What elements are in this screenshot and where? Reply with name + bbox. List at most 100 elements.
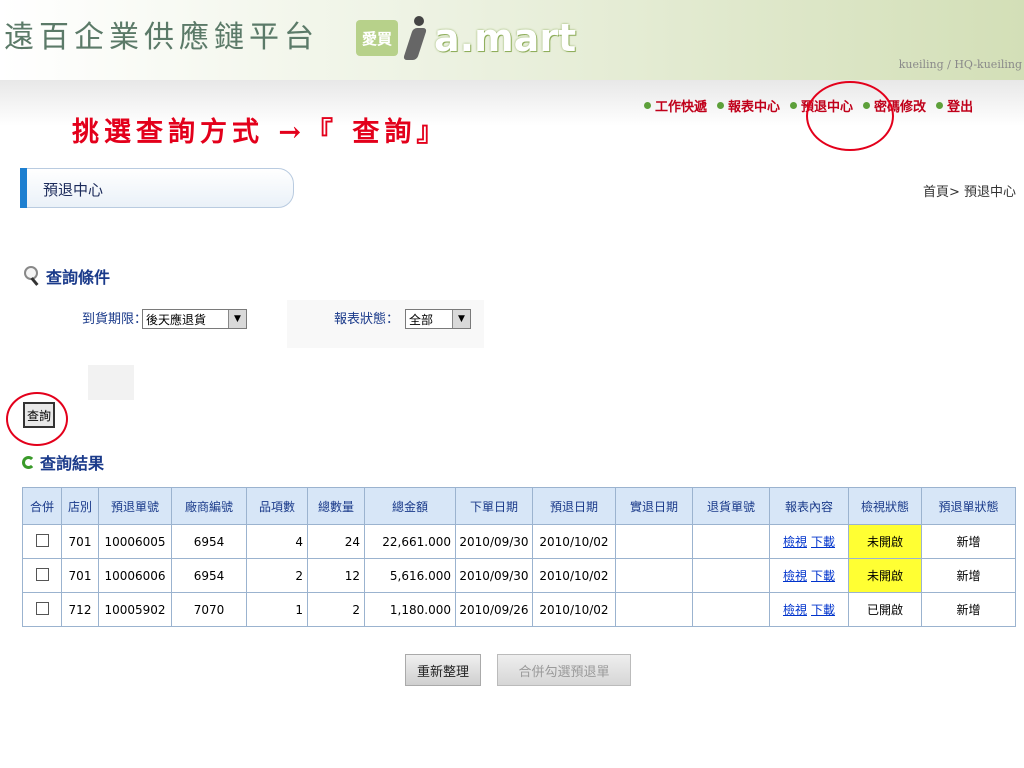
cell-report: 檢視 下載 bbox=[769, 558, 849, 593]
cell-order-no: 10005902 bbox=[98, 592, 172, 627]
chevron-down-icon: ▼ bbox=[452, 310, 470, 328]
cell-view-status: 未開啟 bbox=[848, 524, 922, 559]
col-order-no: 預退單號 bbox=[98, 487, 172, 525]
cell-return-no bbox=[692, 558, 770, 593]
table-row: 712 10005902 7070 1 2 1,180.000 2010/09/… bbox=[22, 592, 1016, 627]
cell-order-status: 新增 bbox=[921, 592, 1016, 627]
reset-button[interactable]: 重新整理 bbox=[405, 654, 481, 686]
download-link[interactable]: 下載 bbox=[811, 535, 835, 549]
nav-item-reports[interactable]: 報表中心 bbox=[717, 96, 780, 115]
merge-checkbox[interactable] bbox=[35, 533, 49, 547]
arrival-limit-label: 到貨期限： bbox=[82, 312, 148, 327]
cell-order-status: 新增 bbox=[921, 558, 1016, 593]
table-row: 701 10006006 6954 2 12 5,616.000 2010/09… bbox=[22, 558, 1016, 593]
merge-button[interactable]: 合併勾選預退單 bbox=[497, 654, 631, 686]
section-tab: 預退中心 bbox=[20, 168, 294, 208]
magnifier-icon bbox=[24, 266, 40, 286]
cell-view-status: 已開啟 bbox=[848, 592, 922, 627]
col-view-status: 檢視狀態 bbox=[848, 487, 922, 525]
cell-qty: 2 bbox=[307, 592, 365, 627]
col-qty: 總數量 bbox=[307, 487, 365, 525]
user-info: kueiling / HQ-kueiling bbox=[898, 58, 1022, 71]
query-conditions-title: 查詢條件 bbox=[24, 264, 110, 288]
col-return-date: 預退日期 bbox=[532, 487, 616, 525]
cell-qty: 24 bbox=[307, 524, 365, 559]
logo-text: a.mart bbox=[434, 16, 577, 60]
cell-amount: 5,616.000 bbox=[364, 558, 456, 593]
cell-order-date: 2010/09/30 bbox=[455, 524, 533, 559]
col-vendor: 廠商編號 bbox=[171, 487, 247, 525]
cell-vendor: 7070 bbox=[171, 592, 247, 627]
view-link[interactable]: 檢視 bbox=[783, 569, 807, 583]
col-order-status: 預退單狀態 bbox=[921, 487, 1016, 525]
view-link[interactable]: 檢視 bbox=[783, 535, 807, 549]
col-amount: 總金額 bbox=[364, 487, 456, 525]
breadcrumb[interactable]: 首頁> 預退中心 bbox=[923, 181, 1016, 200]
section-tab-label: 預退中心 bbox=[43, 181, 104, 199]
bullet-icon bbox=[644, 102, 651, 109]
report-status-select[interactable]: 全部 ▼ bbox=[405, 309, 471, 329]
refresh-icon bbox=[22, 455, 35, 469]
logo-mark: 愛買 bbox=[356, 20, 398, 56]
section-tab-accent bbox=[20, 168, 27, 208]
cell-order-date: 2010/09/30 bbox=[455, 558, 533, 593]
cell-amount: 22,661.000 bbox=[364, 524, 456, 559]
cell-vendor: 6954 bbox=[171, 558, 247, 593]
runner-icon bbox=[402, 8, 430, 68]
cell-order-no: 10006005 bbox=[98, 524, 172, 559]
merge-checkbox[interactable] bbox=[35, 601, 49, 615]
cell-order-status: 新增 bbox=[921, 524, 1016, 559]
annotation-circle-button bbox=[6, 392, 68, 446]
col-merge: 合併 bbox=[22, 487, 62, 525]
cell-items: 1 bbox=[246, 592, 308, 627]
view-link[interactable]: 檢視 bbox=[783, 603, 807, 617]
bullet-icon bbox=[790, 102, 798, 109]
amart-logo[interactable]: 愛買 a.mart bbox=[356, 2, 576, 74]
cell-store: 701 bbox=[61, 558, 99, 593]
arrival-limit-select[interactable]: 後天應退貨 ▼ bbox=[142, 309, 247, 329]
annotation-circle-nav bbox=[806, 81, 894, 151]
nav-item-logout[interactable]: 登出 bbox=[936, 96, 973, 115]
cell-vendor: 6954 bbox=[171, 524, 247, 559]
header: 遠百企業供應鏈平台 愛買 a.mart kueiling / HQ-kueili… bbox=[0, 0, 1024, 80]
cell-actual-date bbox=[615, 524, 693, 559]
report-status-label: 報表狀態： bbox=[334, 312, 400, 327]
cell-return-no bbox=[692, 524, 770, 559]
cell-view-status: 未開啟 bbox=[848, 558, 922, 593]
col-report: 報表內容 bbox=[769, 487, 849, 525]
table-row: 701 10006005 6954 4 24 22,661.000 2010/0… bbox=[22, 524, 1016, 559]
cell-actual-date bbox=[615, 592, 693, 627]
download-link[interactable]: 下載 bbox=[811, 569, 835, 583]
cell-qty: 12 bbox=[307, 558, 365, 593]
cell-report: 檢視 下載 bbox=[769, 592, 849, 627]
cell-items: 4 bbox=[246, 524, 308, 559]
cell-return-date: 2010/10/02 bbox=[532, 524, 616, 559]
annotation-text: 挑選查詢方式 →『 查詢』 bbox=[72, 117, 449, 148]
chevron-down-icon: ▼ bbox=[228, 310, 246, 328]
table-header-row: 合併 店別 預退單號 廠商編號 品項數 總數量 總金額 下單日期 預退日期 實退… bbox=[22, 487, 1016, 525]
bullet-icon bbox=[936, 102, 944, 109]
col-items: 品項數 bbox=[246, 487, 308, 525]
cell-order-date: 2010/09/26 bbox=[455, 592, 533, 627]
faint-block bbox=[88, 365, 134, 400]
col-actual-date: 實退日期 bbox=[615, 487, 693, 525]
col-store: 店別 bbox=[61, 487, 99, 525]
col-return-no: 退貨單號 bbox=[692, 487, 770, 525]
cell-amount: 1,180.000 bbox=[364, 592, 456, 627]
bullet-icon bbox=[717, 102, 725, 109]
site-title: 遠百企業供應鏈平台 bbox=[4, 20, 319, 55]
results-table: 合併 店別 預退單號 廠商編號 品項數 總數量 總金額 下單日期 預退日期 實退… bbox=[22, 487, 1016, 627]
cell-order-no: 10006006 bbox=[98, 558, 172, 593]
cell-return-date: 2010/10/02 bbox=[532, 558, 616, 593]
cell-items: 2 bbox=[246, 558, 308, 593]
download-link[interactable]: 下載 bbox=[811, 603, 835, 617]
cell-return-no bbox=[692, 592, 770, 627]
merge-checkbox[interactable] bbox=[35, 567, 49, 581]
col-order-date: 下單日期 bbox=[455, 487, 533, 525]
query-results-title: 查詢結果 bbox=[22, 450, 104, 474]
cell-store: 701 bbox=[61, 524, 99, 559]
cell-return-date: 2010/10/02 bbox=[532, 592, 616, 627]
cell-store: 712 bbox=[61, 592, 99, 627]
cell-actual-date bbox=[615, 558, 693, 593]
nav-item-work[interactable]: 工作快遞 bbox=[644, 96, 707, 115]
